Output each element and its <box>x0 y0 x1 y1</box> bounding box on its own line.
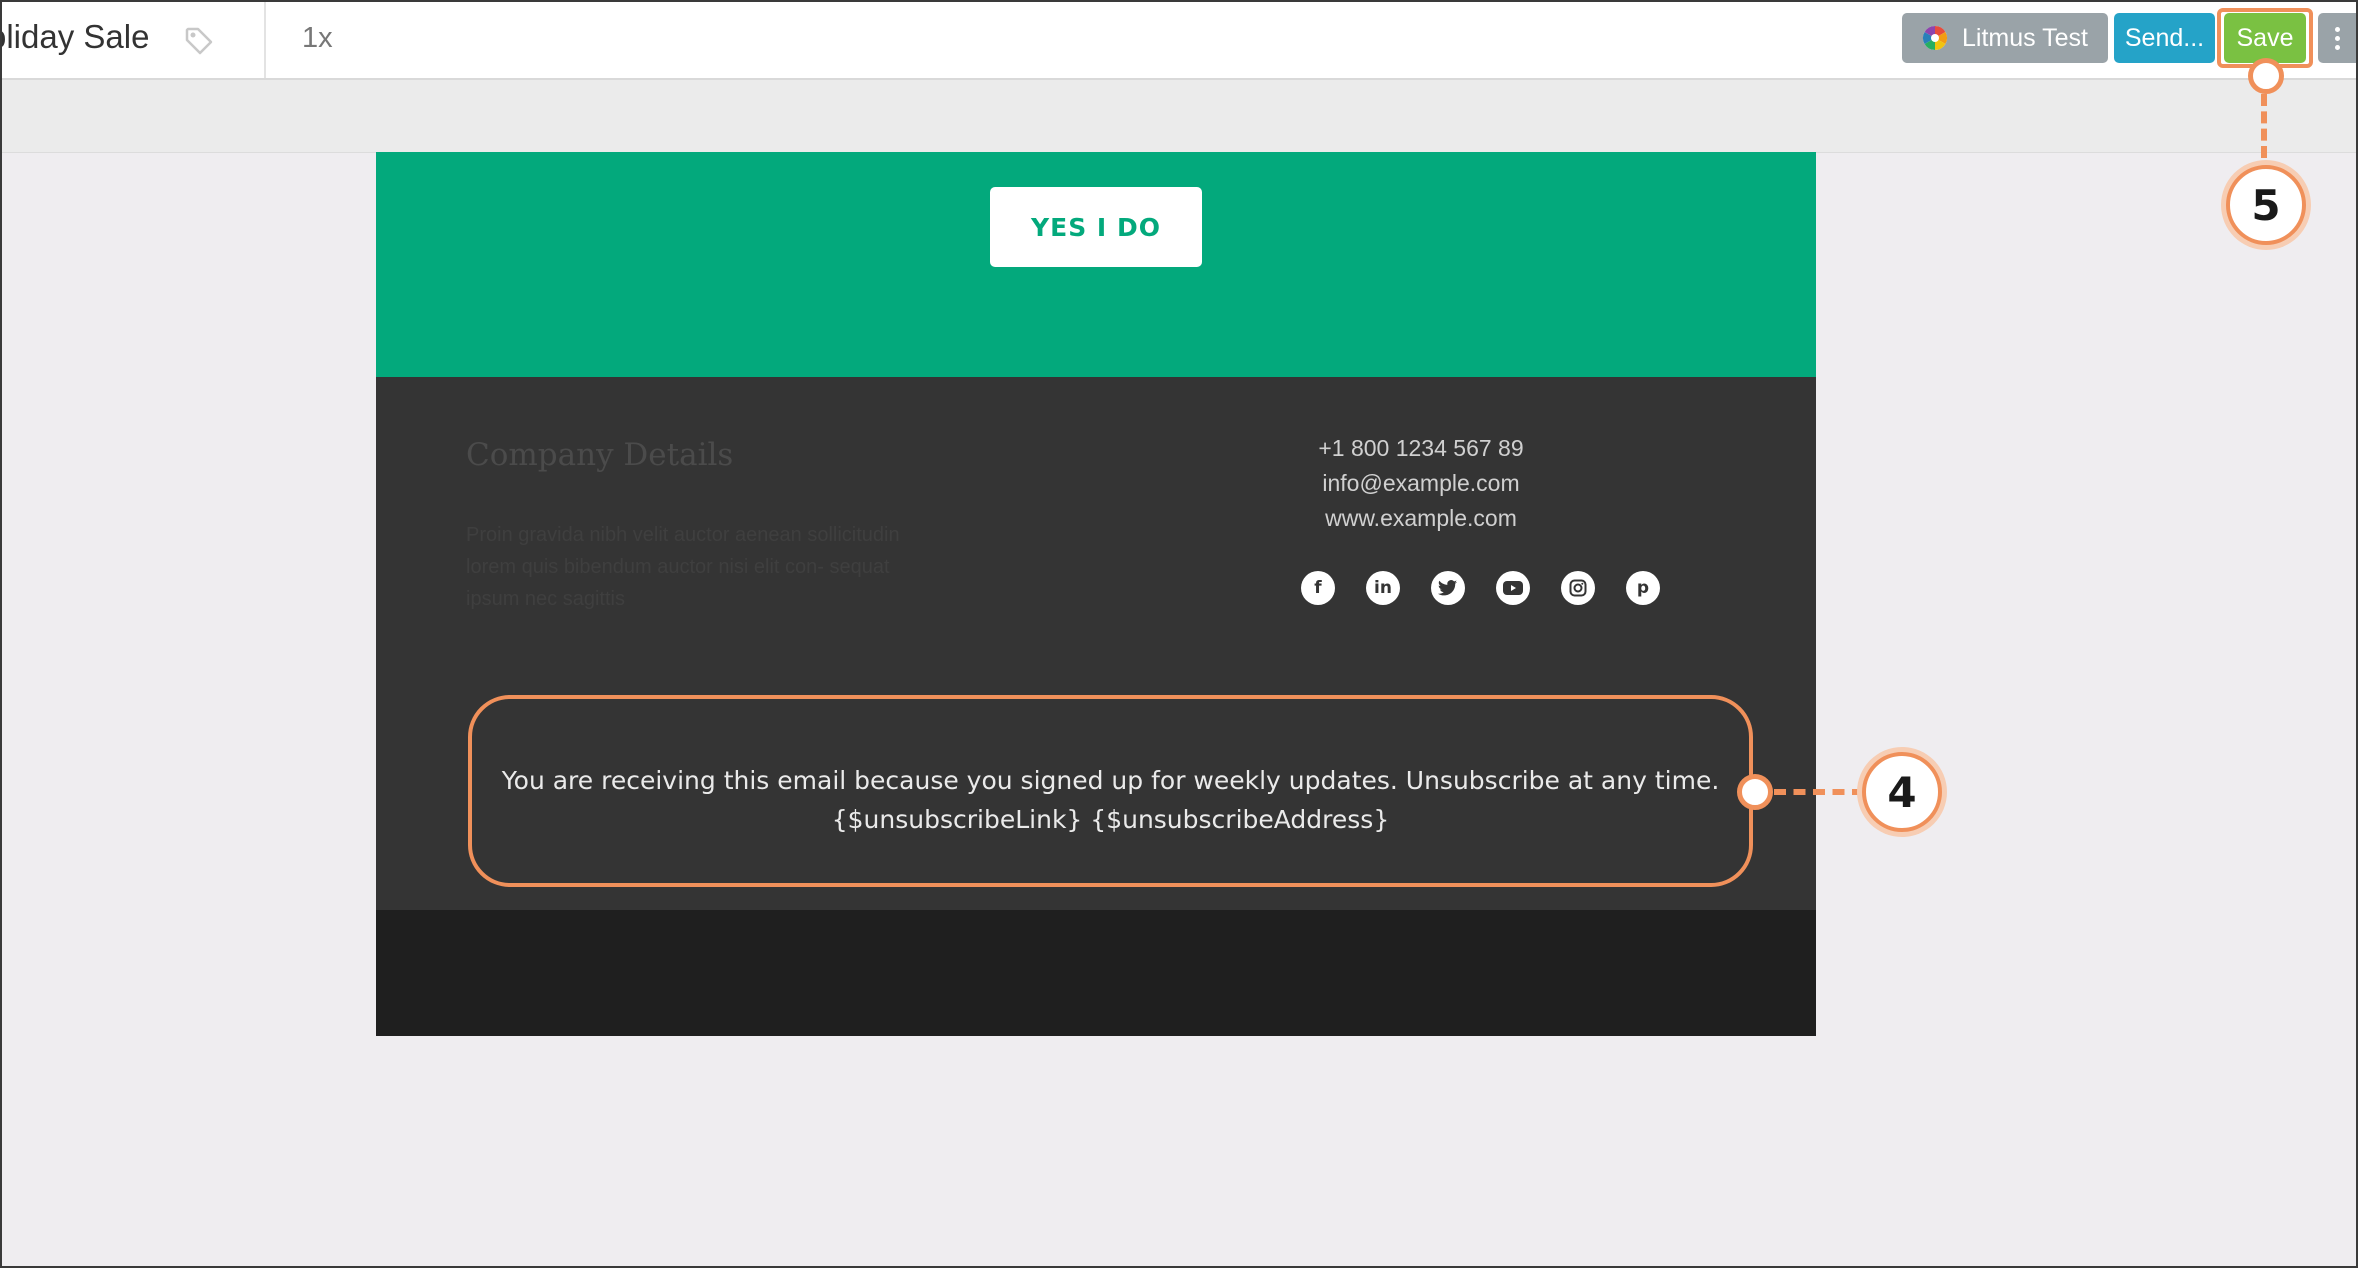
callout-5-connector <box>2261 94 2267 158</box>
callout-4-anchor <box>1737 774 1773 810</box>
pinterest-icon[interactable]: p <box>1626 571 1660 605</box>
phone-number: +1 800 1234 567 89 <box>1318 435 1524 461</box>
facebook-icon[interactable]: f <box>1301 571 1335 605</box>
callout-5-badge: 5 <box>2226 165 2306 245</box>
email-preview: YES I DO Company Details Proin gravida n… <box>376 152 1816 1036</box>
more-dot <box>2334 26 2340 32</box>
linkedin-icon[interactable]: in <box>1366 571 1400 605</box>
callout-4-badge: 4 <box>1862 752 1942 832</box>
unsubscribe-line-2: {$unsubscribeLink} {$unsubscribeAddress} <box>831 805 1390 834</box>
litmus-test-button[interactable]: Litmus Test <box>1902 13 2108 63</box>
company-details-heading: Company Details <box>466 437 734 473</box>
website-link: www.example.com <box>1325 505 1517 531</box>
yes-i-do-button[interactable]: YES I DO <box>990 187 1202 267</box>
document-title[interactable]: oliday Sale <box>2 18 149 56</box>
more-dot <box>2334 35 2340 41</box>
unsubscribe-text[interactable]: You are receiving this email because you… <box>472 761 1749 839</box>
bottom-footer-section[interactable] <box>376 910 1816 1036</box>
canvas-toolbar-strip <box>2 80 2356 153</box>
youtube-icon[interactable] <box>1496 571 1530 605</box>
tag-icon[interactable] <box>184 26 214 56</box>
litmus-test-label: Litmus Test <box>1962 23 2088 52</box>
litmus-wheel-icon <box>1922 25 1948 50</box>
more-dot <box>2334 44 2340 50</box>
send-label: Send... <box>2124 23 2205 52</box>
zoom-level[interactable]: 1x <box>302 22 333 55</box>
send-button[interactable]: Send... <box>2114 13 2215 63</box>
instagram-icon[interactable] <box>1561 571 1595 605</box>
unsubscribe-line-1: You are receiving this email because you… <box>501 766 1720 795</box>
cta-section[interactable]: YES I DO <box>376 152 1816 377</box>
company-details-text: Proin gravida nibh velit auctor aenean s… <box>466 524 900 610</box>
app-window: oliday Sale 1x Litmus Test Send... Save … <box>0 0 2358 1268</box>
callout-5-anchor <box>2248 58 2284 94</box>
more-options-button[interactable] <box>2318 13 2356 63</box>
toolbar-divider <box>264 2 266 78</box>
email-address: info@example.com <box>1322 470 1520 496</box>
top-toolbar: oliday Sale 1x Litmus Test Send... Save <box>2 2 2356 80</box>
social-icons: f in p <box>1301 571 1660 605</box>
callout-4-connector <box>1774 789 1864 795</box>
footer-section[interactable]: Company Details Proin gravida nibh velit… <box>376 377 1816 910</box>
contact-info: +1 800 1234 567 89 info@example.com www.… <box>1256 431 1586 536</box>
unsubscribe-highlight: You are receiving this email because you… <box>468 695 1753 887</box>
twitter-icon[interactable] <box>1431 571 1465 605</box>
